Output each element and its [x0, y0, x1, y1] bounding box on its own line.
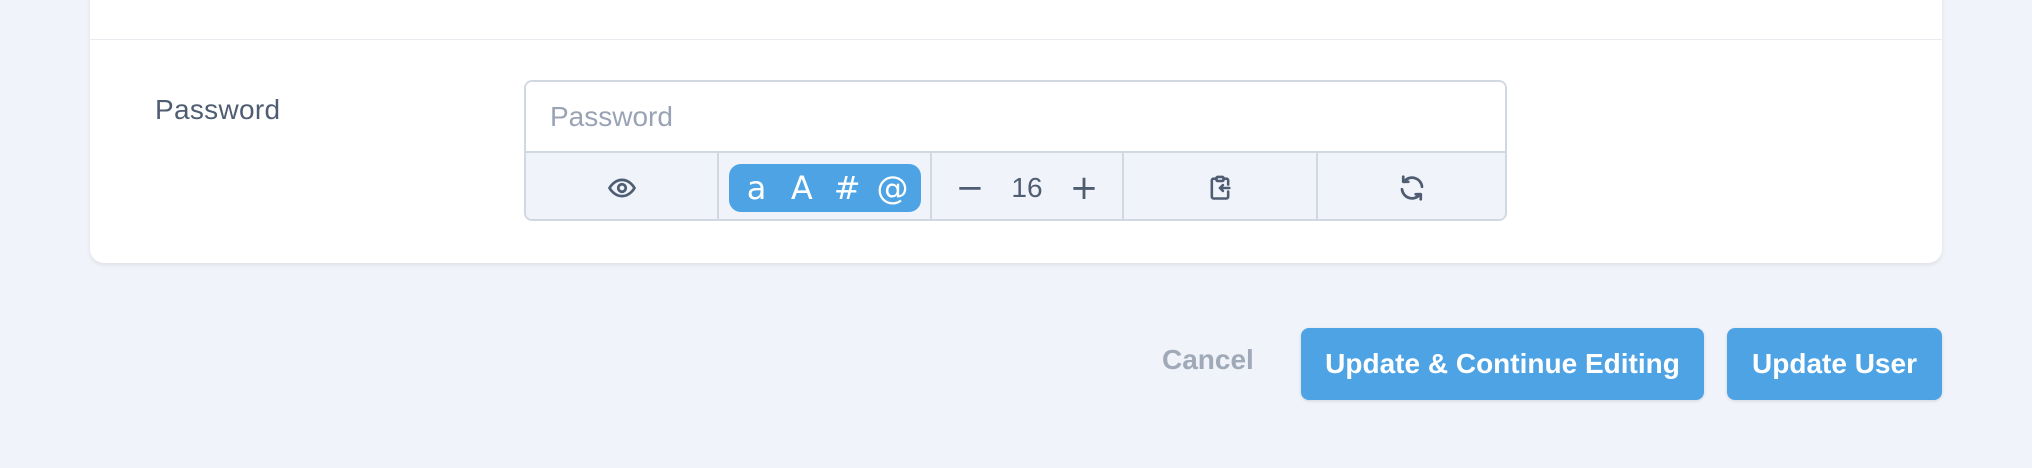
field-divider [90, 39, 1942, 40]
refresh-icon [1397, 173, 1427, 203]
length-decrement-button[interactable]: − [952, 168, 988, 208]
password-field-group: a A # @ − 16 + [524, 80, 1507, 221]
clipboard-icon [1206, 173, 1234, 203]
digits-toggle[interactable]: # [829, 164, 865, 212]
password-label: Password [155, 94, 281, 125]
regenerate-password-button[interactable] [1318, 153, 1505, 219]
symbols-toggle[interactable]: @ [874, 164, 910, 212]
eye-icon [607, 173, 637, 203]
copy-password-button[interactable] [1124, 153, 1318, 219]
length-increment-button[interactable]: + [1066, 168, 1102, 208]
update-user-button[interactable]: Update User [1727, 328, 1942, 400]
password-toolbar: a A # @ − 16 + [526, 151, 1505, 219]
password-input[interactable] [526, 82, 1505, 151]
toggle-visibility-button[interactable] [526, 153, 719, 219]
update-continue-editing-button[interactable]: Update & Continue Editing [1301, 328, 1704, 400]
charset-selector: a A # @ [719, 153, 932, 219]
length-stepper: − 16 + [932, 153, 1124, 219]
uppercase-toggle[interactable]: A [784, 164, 820, 212]
length-value: 16 [1011, 172, 1043, 203]
charset-toggle-group: a A # @ [728, 164, 921, 212]
cancel-button[interactable]: Cancel [1162, 344, 1254, 376]
lowercase-toggle[interactable]: a [739, 164, 775, 212]
